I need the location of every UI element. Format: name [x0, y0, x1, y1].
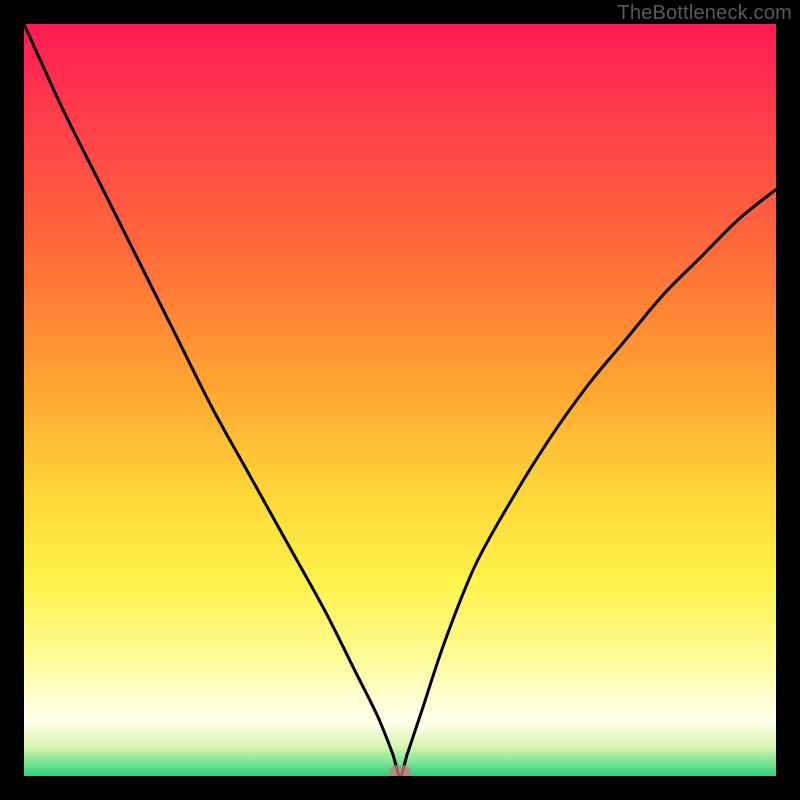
bottleneck-marker — [389, 765, 411, 776]
chart-frame: TheBottleneck.com — [0, 0, 800, 800]
bottleneck-curve — [24, 24, 776, 776]
plot-area — [24, 24, 776, 776]
watermark-text: TheBottleneck.com — [617, 2, 792, 25]
